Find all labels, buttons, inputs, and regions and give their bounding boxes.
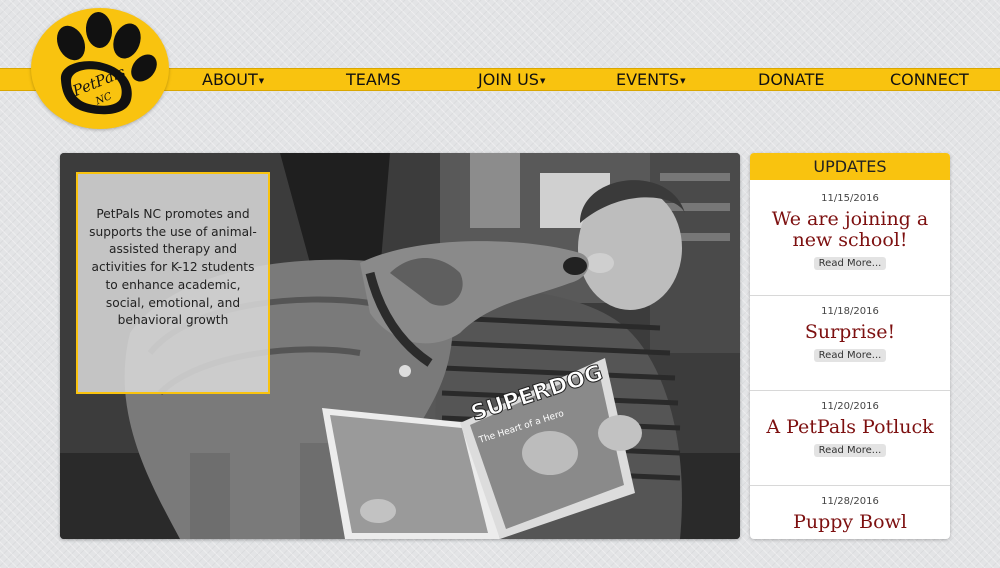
nav-donate[interactable]: DONATE (758, 69, 824, 92)
petpals-logo[interactable]: PetPals NC (31, 8, 169, 129)
nav-teams[interactable]: TEAMS (346, 69, 401, 92)
update-title[interactable]: A PetPals Potluck (750, 417, 950, 438)
update-date: 11/18/2016 (821, 306, 879, 317)
paw-print-icon: PetPals NC (56, 12, 157, 115)
nav-events[interactable]: EVENTS▼ (616, 69, 685, 92)
updates-panel: UPDATES 11/15/2016 We are joining a new … (750, 153, 950, 539)
read-more-button[interactable]: Read More... (813, 349, 887, 362)
nav-join-us[interactable]: JOIN US▼ (478, 69, 545, 92)
update-item: 11/28/2016 Puppy Bowl (750, 496, 950, 539)
nav-teams-label: TEAMS (346, 70, 401, 89)
read-more-button[interactable]: Read More... (813, 444, 887, 457)
updates-header: UPDATES (750, 153, 950, 180)
update-date: 11/20/2016 (821, 401, 879, 412)
chevron-down-icon: ▼ (680, 76, 686, 85)
nav-connect[interactable]: CONNECT (890, 69, 969, 92)
nav-about-label: ABOUT (202, 70, 258, 89)
update-item: 11/15/2016 We are joining a new school! … (750, 193, 950, 296)
chevron-down-icon: ▼ (539, 76, 546, 85)
nav-about[interactable]: ABOUT▼ (202, 69, 264, 92)
update-date: 11/15/2016 (821, 193, 879, 204)
nav-donate-label: DONATE (758, 70, 825, 89)
nav-join-us-label: JOIN US (478, 70, 539, 89)
nav-connect-label: CONNECT (890, 70, 969, 89)
update-title[interactable]: Puppy Bowl (750, 512, 950, 533)
chevron-down-icon: ▼ (258, 76, 265, 85)
update-title[interactable]: We are joining a new school! (750, 209, 950, 251)
update-item: 11/20/2016 A PetPals Potluck Read More..… (750, 401, 950, 486)
hero-image: SUPERDOG The Heart of a Hero PetPals NC … (60, 153, 740, 539)
mission-text: PetPals NC promotes and supports the use… (89, 207, 257, 328)
mission-statement: PetPals NC promotes and supports the use… (76, 172, 270, 394)
update-title[interactable]: Surprise! (750, 322, 950, 343)
read-more-button[interactable]: Read More... (813, 257, 887, 270)
update-item: 11/18/2016 Surprise! Read More... (750, 306, 950, 391)
nav-events-label: EVENTS (616, 70, 680, 89)
update-date: 11/28/2016 (821, 496, 879, 507)
